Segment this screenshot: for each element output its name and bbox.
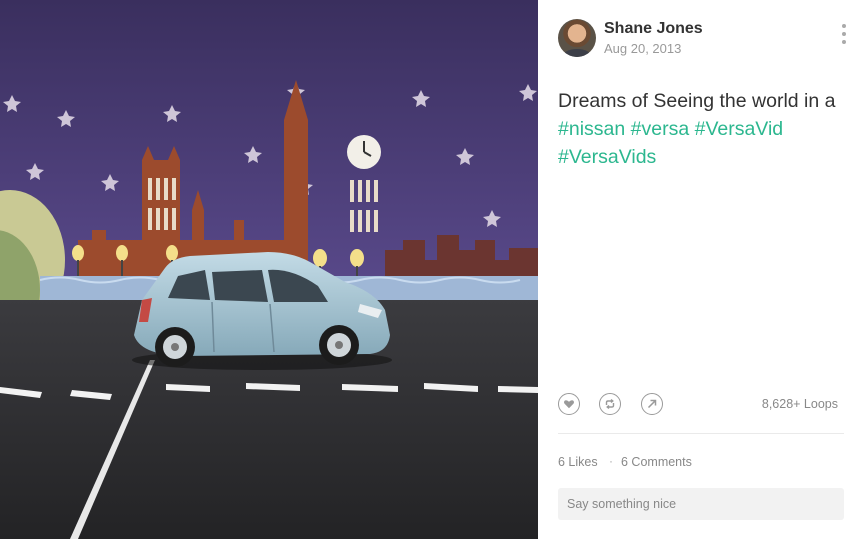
loop-count: 8,628+ Loops xyxy=(761,397,838,411)
video-player[interactable] xyxy=(0,0,538,539)
revine-icon xyxy=(605,398,615,410)
post-date[interactable]: Aug 20, 2013 xyxy=(604,41,681,56)
likes-count[interactable]: 6 Likes xyxy=(558,455,598,469)
heart-icon xyxy=(564,400,574,409)
hashtag-link[interactable]: #nissan xyxy=(558,118,625,140)
post-caption: Dreams of Seeing the world in a #nissan … xyxy=(558,87,854,171)
avatar[interactable] xyxy=(558,19,596,57)
divider xyxy=(558,433,844,434)
hashtag-link[interactable]: #VersaVid xyxy=(695,118,784,140)
like-button[interactable] xyxy=(558,393,580,415)
caption-text: Dreams of Seeing the world in a xyxy=(558,90,836,112)
post-panel: Shane Jones Aug 20, 2013 Dreams of Seein… xyxy=(538,0,864,539)
papercraft-london-scene xyxy=(0,0,538,539)
hashtag-link[interactable]: #versa xyxy=(631,118,690,140)
comment-input[interactable] xyxy=(558,488,844,520)
comments-count[interactable]: 6 Comments xyxy=(621,455,692,469)
share-button[interactable] xyxy=(641,393,663,415)
more-vertical-icon[interactable] xyxy=(838,24,850,50)
author-name[interactable]: Shane Jones xyxy=(604,20,703,38)
revine-button[interactable] xyxy=(599,393,621,415)
hashtag-link[interactable]: #VersaVids xyxy=(558,146,656,168)
share-arrow-icon xyxy=(647,399,657,409)
stats-separator: · xyxy=(609,454,613,468)
